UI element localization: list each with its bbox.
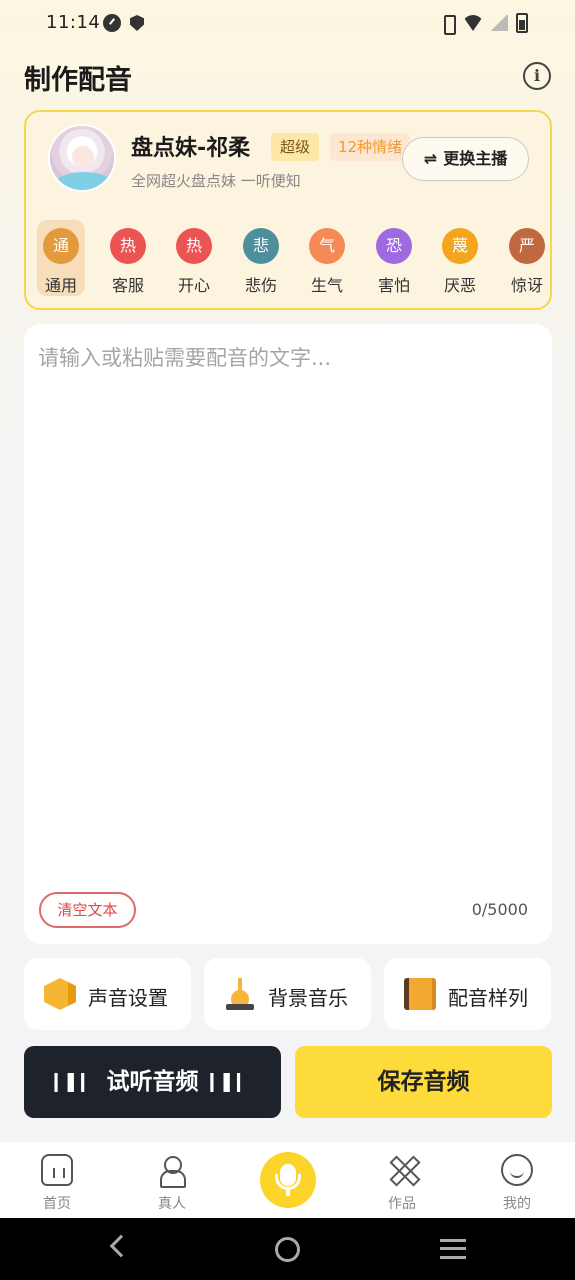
status-bar: 11:14 [0,0,575,48]
emotion-angry[interactable]: 气 生气 [303,220,351,296]
background-music-label: 背景音乐 [268,986,348,1010]
emotion-afraid[interactable]: 恐 害怕 [370,220,418,296]
nav-real-person[interactable]: 真人 [132,1142,212,1218]
status-time: 11:14 [46,12,101,33]
nav-works[interactable]: 作品 [362,1142,442,1218]
dubbing-text-input[interactable] [38,342,538,882]
system-navigation-bar [0,1218,575,1280]
emotion-label: 生气 [310,276,343,295]
battery-icon [516,13,528,33]
wifi-icon [462,15,484,31]
preview-audio-button[interactable]: ▎▌▎ 试听音频 ▎▌▎ [24,1046,281,1118]
shield-icon [130,15,144,31]
emotion-label: 害怕 [377,276,410,295]
nav-mine[interactable]: 我的 [477,1142,557,1218]
nav-home[interactable]: 首页 [17,1142,97,1218]
avatar[interactable] [48,124,116,192]
emotion-label: 悲伤 [244,276,277,295]
book-icon [404,978,436,1010]
vibrate-icon [440,15,456,35]
emotion-disgust[interactable]: 蔑 厌恶 [436,220,484,296]
anchor-card: 盘点妹-祁柔 超级 12种情绪 全网超火盘点妹 一听便知 ⇌ 更换主播 通 通用 … [24,110,552,310]
emotion-label: 客服 [111,276,144,295]
dubbing-samples-label: 配音样列 [448,986,528,1010]
home-icon [41,1154,73,1186]
emotion-label: 厌恶 [443,276,476,295]
switch-anchor-button[interactable]: ⇌ 更换主播 [402,137,529,181]
emotion-label: 通用 [44,276,77,295]
emotion-angry-icon: 气 [309,228,345,264]
smile-icon [501,1154,533,1186]
emotion-surprise[interactable]: 严 惊讶 [503,220,550,296]
background-music-button[interactable]: 背景音乐 [204,958,371,1030]
clear-text-button[interactable]: 清空文本 [39,892,136,928]
waveform-icon: ▎▌▎ [210,1072,251,1092]
emotion-happy[interactable]: 热 开心 [170,220,218,296]
emotion-general-icon: 通 [43,228,79,264]
swap-icon: ⇌ [423,149,438,168]
emotion-label: 开心 [177,276,210,295]
nav-home-label: 首页 [43,1196,71,1212]
emotion-afraid-icon: 恐 [376,228,412,264]
page-title: 制作配音 [24,65,132,96]
record-button[interactable] [260,1152,316,1208]
emotion-list: 通 通用 热 客服 热 开心 悲 悲伤 气 生气 恐 害怕 蔑 厌恶 严 惊讶 [26,218,550,298]
nav-works-label: 作品 [388,1196,416,1212]
nav-real-person-label: 真人 [158,1196,186,1212]
text-editor: 清空文本 0/5000 [24,324,552,944]
emotions-count-badge: 12种情绪 [330,133,411,161]
preview-audio-label: 试听音频 [106,1069,199,1095]
emotion-sad[interactable]: 悲 悲伤 [237,220,285,296]
emotion-sad-icon: 悲 [243,228,279,264]
info-icon[interactable]: i [523,62,551,90]
pencil-ruler-icon [386,1154,418,1186]
level-badge: 超级 [271,133,320,161]
person-icon [156,1154,188,1188]
emotion-service[interactable]: 热 客服 [104,220,152,296]
waveform-icon: ▎▌▎ [54,1072,95,1092]
save-audio-button[interactable]: 保存音频 [295,1046,552,1118]
dubbing-samples-button[interactable]: 配音样列 [384,958,551,1030]
voice-settings-button[interactable]: 声音设置 [24,958,191,1030]
nav-mine-label: 我的 [503,1196,531,1212]
music-icon [224,978,256,1010]
home-circle-icon[interactable] [275,1237,300,1262]
anchor-name: 盘点妹-祁柔 [131,136,251,161]
emotion-surprise-icon: 严 [509,228,545,264]
menu-icon[interactable] [440,1239,466,1259]
emotion-label: 惊讶 [510,276,543,295]
speedometer-icon [103,14,121,32]
emotion-disgust-icon: 蔑 [442,228,478,264]
char-count: 0/5000 [471,900,528,919]
switch-anchor-label: 更换主播 [443,149,508,168]
emotion-happy-icon: 热 [176,228,212,264]
anchor-description: 全网超火盘点妹 一听便知 [131,172,301,190]
signal-icon [490,15,508,31]
emotion-service-icon: 热 [110,228,146,264]
cube-icon [44,978,76,1010]
voice-settings-label: 声音设置 [88,986,168,1010]
back-icon[interactable] [109,1234,133,1258]
emotion-general[interactable]: 通 通用 [37,220,85,296]
